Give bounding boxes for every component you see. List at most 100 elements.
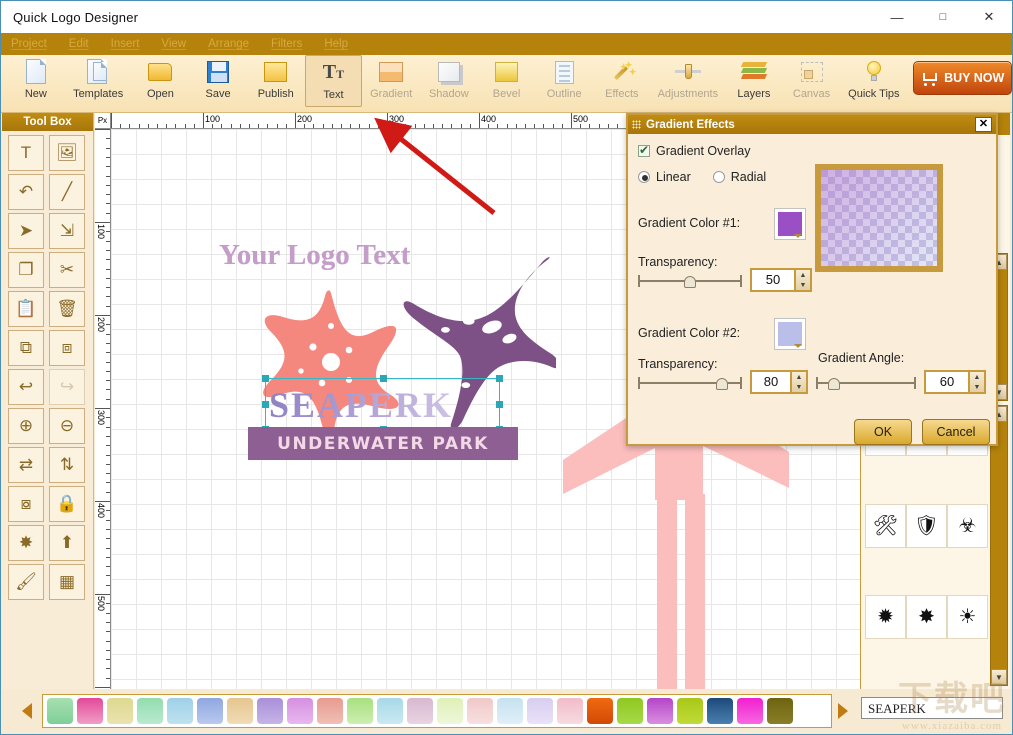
paste-tool[interactable]: 📋: [8, 291, 44, 327]
color-swatch[interactable]: [737, 698, 763, 724]
transparency-2-slider[interactable]: [638, 376, 742, 390]
menu-item-project[interactable]: Project: [11, 38, 47, 50]
flip-vertical-tool[interactable]: ⇅: [49, 447, 85, 483]
clipart-item[interactable]: ☀: [947, 595, 988, 639]
color-swatch[interactable]: [347, 698, 373, 724]
color-swatch[interactable]: [407, 698, 433, 724]
select-tool[interactable]: ➤: [8, 213, 44, 249]
color-swatch-strip[interactable]: [42, 694, 832, 728]
color-swatch[interactable]: [587, 698, 613, 724]
radio-linear[interactable]: Linear: [638, 170, 691, 184]
close-button[interactable]: ✕: [966, 1, 1012, 33]
toolbar-button-shadow[interactable]: Shadow: [420, 55, 478, 107]
toolbar-button-layers[interactable]: Layers: [725, 55, 783, 107]
gradient-angle-slider[interactable]: [816, 376, 916, 390]
color-swatch[interactable]: [527, 698, 553, 724]
gradient-color-2-swatch[interactable]: [774, 318, 806, 350]
insert-image-tool[interactable]: 🖼: [49, 135, 85, 171]
effects-tool[interactable]: ✸: [8, 525, 44, 561]
color-swatch[interactable]: [137, 698, 163, 724]
menu-item-edit[interactable]: Edit: [69, 38, 89, 50]
color-swatch[interactable]: [767, 698, 793, 724]
toolbar-button-canvas[interactable]: Canvas: [783, 55, 841, 107]
group-tool[interactable]: ⧇: [8, 486, 44, 522]
toolbar-button-text[interactable]: TT Text: [305, 55, 363, 107]
dialog-title-bar[interactable]: Gradient Effects ✕: [628, 115, 996, 134]
color-swatch[interactable]: [287, 698, 313, 724]
color-swatch[interactable]: [467, 698, 493, 724]
swatch-next-arrow-icon[interactable]: [838, 703, 848, 719]
selection-box[interactable]: [265, 378, 500, 430]
palette-tool[interactable]: ▦: [49, 564, 85, 600]
lock-tool[interactable]: 🔒: [49, 486, 85, 522]
color-swatch[interactable]: [197, 698, 223, 724]
menu-item-insert[interactable]: Insert: [111, 38, 140, 50]
rotate-tool[interactable]: ↶: [8, 174, 44, 210]
send-backward-tool[interactable]: ⧈: [49, 330, 85, 366]
zoom-out-tool[interactable]: ⊖: [49, 408, 85, 444]
color-swatch[interactable]: [677, 698, 703, 724]
buy-now-button[interactable]: BUY NOW: [913, 61, 1012, 95]
eyedropper-tool[interactable]: 🖌: [8, 564, 44, 600]
gradient-angle-spinner[interactable]: 60 ▲▼: [924, 370, 986, 394]
spinner-arrows-icon-2[interactable]: ▲▼: [790, 372, 806, 392]
minimize-button[interactable]: —: [874, 1, 920, 33]
spinner-arrows-icon[interactable]: ▲▼: [794, 270, 810, 290]
menu-item-view[interactable]: View: [161, 38, 186, 50]
transparency-1-spinner[interactable]: 50 ▲▼: [750, 268, 812, 292]
gradient-color-1-swatch[interactable]: [774, 208, 806, 240]
canvas-subtitle-banner[interactable]: UNDERWATER PARK: [248, 427, 518, 460]
copy-tool[interactable]: ❐: [8, 252, 44, 288]
dialog-close-button[interactable]: ✕: [975, 117, 992, 132]
ok-button[interactable]: OK: [854, 419, 912, 445]
color-swatch[interactable]: [317, 698, 343, 724]
color-swatch[interactable]: [77, 698, 103, 724]
zoom-in-tool[interactable]: ⊕: [8, 408, 44, 444]
color-swatch[interactable]: [437, 698, 463, 724]
color-swatch[interactable]: [497, 698, 523, 724]
color-swatch[interactable]: [167, 698, 193, 724]
color-swatch[interactable]: [617, 698, 643, 724]
radio-radial[interactable]: Radial: [713, 170, 766, 184]
clipart-item[interactable]: ✹: [865, 595, 906, 639]
color-swatch[interactable]: [227, 698, 253, 724]
transparency-1-slider[interactable]: [638, 274, 742, 288]
menu-item-filters[interactable]: Filters: [271, 38, 302, 50]
undo-tool[interactable]: ↩: [8, 369, 44, 405]
toolbar-button-effects[interactable]: ✦✦✦ Effects: [593, 55, 651, 107]
color-swatch[interactable]: [377, 698, 403, 724]
cut-tool[interactable]: ✂: [49, 252, 85, 288]
maximize-button[interactable]: □: [920, 1, 966, 33]
flip-horizontal-tool[interactable]: ⇄: [8, 447, 44, 483]
toolbar-button-adjustments[interactable]: Adjustments: [651, 55, 725, 107]
color-swatch[interactable]: [707, 698, 733, 724]
text-tool[interactable]: T: [8, 135, 44, 171]
spinner-arrows-icon-3[interactable]: ▲▼: [968, 372, 984, 392]
clipart-item[interactable]: 🛡: [906, 504, 947, 548]
color-swatch[interactable]: [257, 698, 283, 724]
toolbar-button-templates[interactable]: Templates: [65, 55, 132, 107]
color-swatch[interactable]: [47, 698, 73, 724]
color-swatch[interactable]: [107, 698, 133, 724]
clipart-item[interactable]: 🛠: [865, 504, 906, 548]
arrange-tool[interactable]: ⬆: [49, 525, 85, 561]
gradient-overlay-checkbox[interactable]: Gradient Overlay: [638, 144, 750, 158]
color-swatch[interactable]: [557, 698, 583, 724]
toolbar-button-new[interactable]: New: [7, 55, 65, 107]
toolbar-button-quick-tips[interactable]: Quick Tips: [840, 55, 907, 107]
toolbar-button-open[interactable]: Open: [132, 55, 190, 107]
menu-item-help[interactable]: Help: [324, 38, 348, 50]
logo-text[interactable]: Your Logo Text: [219, 239, 410, 272]
transparency-2-spinner[interactable]: 80 ▲▼: [750, 370, 808, 394]
toolbar-button-gradient[interactable]: Gradient: [362, 55, 420, 107]
clipart-item[interactable]: ☣: [947, 504, 988, 548]
color-swatch[interactable]: [647, 698, 673, 724]
line-tool[interactable]: ╱: [49, 174, 85, 210]
cancel-button[interactable]: Cancel: [922, 419, 990, 445]
delete-tool[interactable]: 🗑: [49, 291, 85, 327]
toolbar-button-publish[interactable]: Publish: [247, 55, 305, 107]
align-tool[interactable]: ⇲: [49, 213, 85, 249]
toolbar-button-outline[interactable]: Outline: [535, 55, 593, 107]
toolbar-button-save[interactable]: Save: [189, 55, 247, 107]
menu-item-arrange[interactable]: Arrange: [208, 38, 249, 50]
